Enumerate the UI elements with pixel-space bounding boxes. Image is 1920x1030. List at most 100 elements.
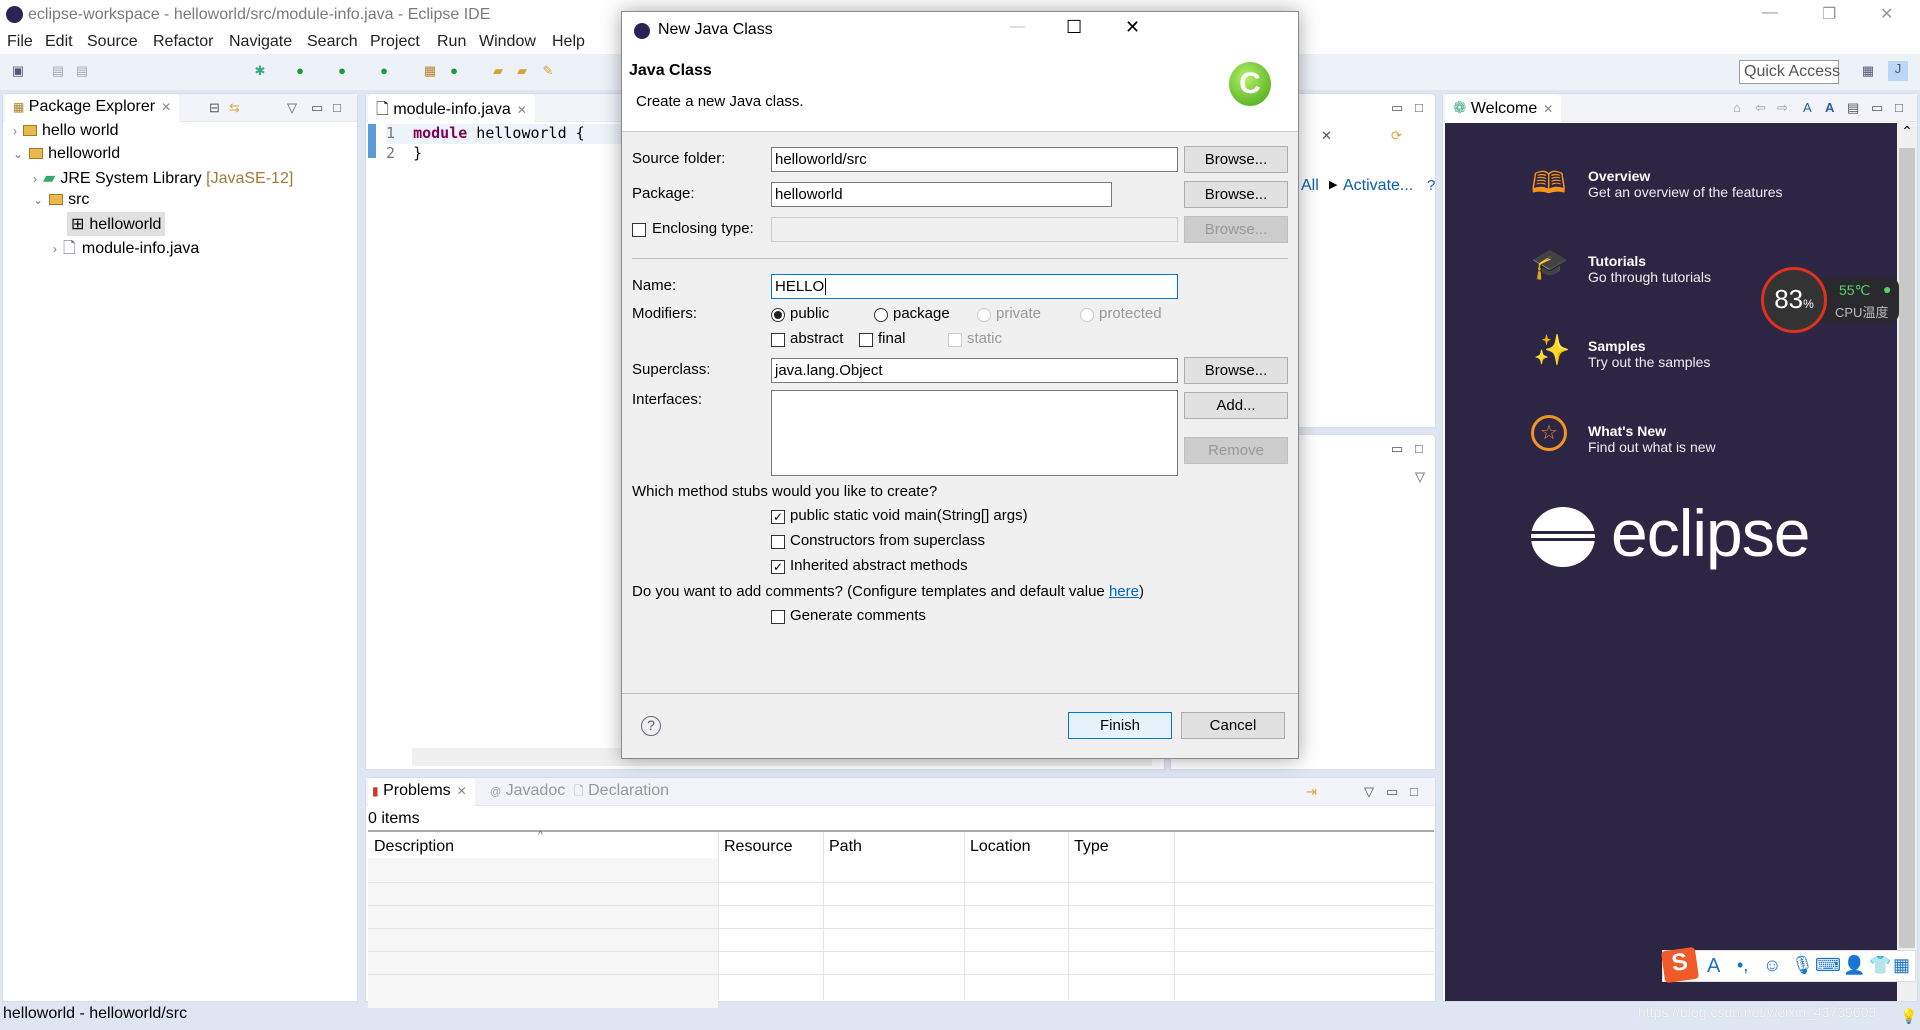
welcome-samples-link[interactable]: Samples Try out the samples [1588, 338, 1710, 371]
configure-templates-link[interactable]: here [1109, 583, 1139, 600]
minimize-icon[interactable]: ▭ [1386, 784, 1398, 800]
tree-item-helloworld[interactable]: ⌄ helloworld [13, 145, 120, 163]
enclosing-type-input[interactable] [771, 217, 1178, 242]
cancel-button[interactable]: Cancel [1181, 712, 1285, 739]
user-icon[interactable]: 👤 [1843, 955, 1865, 976]
home-icon[interactable]: ⌂ [1733, 100, 1741, 115]
close-icon[interactable]: ✕ [457, 784, 467, 798]
help-icon[interactable]: ? [641, 716, 661, 736]
inherited-methods-checkbox[interactable]: ✓ [771, 560, 785, 574]
menu-refactor[interactable]: Refactor [153, 33, 213, 51]
maximize-icon[interactable]: □ [1895, 100, 1903, 115]
tab-welcome[interactable]: ❁ Welcome ✕ [1445, 94, 1562, 122]
close-window-button[interactable]: ✕ [1880, 4, 1893, 24]
scroll-up-icon[interactable]: ⌃ [1897, 123, 1917, 140]
help-icon[interactable]: ? [1427, 177, 1435, 194]
finish-button[interactable]: Finish [1068, 712, 1172, 739]
superclass-input[interactable]: java.lang.Object [771, 358, 1178, 383]
menu-source[interactable]: Source [87, 33, 138, 51]
column-header-location[interactable]: Location [970, 838, 1031, 856]
enclosing-type-browse-button[interactable]: Browse... [1184, 216, 1288, 243]
welcome-whats-new-link[interactable]: What's New Find out what is new [1588, 423, 1716, 456]
keyboard-icon[interactable]: ⌨ [1815, 955, 1841, 976]
main-method-checkbox[interactable]: ✓ [771, 510, 785, 524]
view-menu-icon[interactable]: ▽ [287, 100, 297, 116]
open-perspective-icon[interactable]: ▦ [1860, 63, 1876, 79]
tree-item-jre[interactable]: › ▰ JRE System Library [JavaSE-12] [33, 168, 293, 188]
minimize-icon[interactable]: ▭ [311, 100, 323, 116]
punctuation-icon[interactable]: •, [1737, 955, 1748, 976]
column-header-description[interactable]: Description [374, 838, 454, 856]
hide-fields-icon[interactable]: ✕ [1321, 128, 1332, 144]
source-folder-browse-button[interactable]: Browse... [1184, 146, 1288, 173]
final-checkbox[interactable] [859, 333, 873, 347]
minimize-icon[interactable]: ▭ [1871, 100, 1883, 116]
new-class-icon[interactable]: ● [446, 63, 462, 79]
maximize-icon[interactable]: □ [1410, 784, 1418, 799]
minimize-window-button[interactable]: — [1762, 4, 1778, 22]
tree-item-module-info[interactable]: › 🗋 module-info.java [53, 237, 199, 264]
tab-problems[interactable]: ▮ Problems ✕ [368, 778, 475, 806]
minimize-icon[interactable]: ▭ [1391, 100, 1403, 116]
tab-javadoc[interactable]: @ Javadoc [490, 782, 565, 800]
chevron-down-icon[interactable]: ⌄ [33, 193, 43, 207]
constructors-checkbox[interactable] [771, 535, 785, 549]
focus-icon[interactable]: ⇥ [1306, 784, 1317, 800]
welcome-vertical-scrollbar[interactable]: ⌃ [1897, 123, 1917, 1001]
increase-font-icon[interactable]: A [1825, 100, 1834, 115]
menu-navigate[interactable]: Navigate [229, 33, 292, 51]
modifier-protected-radio[interactable] [1080, 308, 1094, 322]
restore-window-button[interactable]: ❐ [1822, 4, 1836, 24]
external-tools-icon[interactable]: ● [376, 63, 392, 79]
collapse-all-icon[interactable]: ⊟ [209, 100, 220, 116]
save-all-icon[interactable]: ▤ [74, 63, 90, 79]
welcome-overview-link[interactable]: Overview Get an overview of the features [1588, 168, 1783, 201]
interfaces-remove-button[interactable]: Remove [1184, 437, 1288, 464]
cpu-widget[interactable]: 83% 55℃ ● CPU温度 [1761, 267, 1899, 333]
save-icon[interactable]: ▤ [50, 63, 66, 79]
column-header-path[interactable]: Path [829, 838, 862, 856]
link-editor-icon[interactable]: ⇆ [229, 100, 240, 116]
scroll-thumb[interactable] [1899, 148, 1915, 948]
chevron-right-icon[interactable]: › [53, 242, 57, 256]
column-header-resource[interactable]: Resource [724, 838, 792, 856]
emoji-icon[interactable]: ☺ [1763, 955, 1781, 976]
new-icon[interactable]: ▣ [10, 63, 26, 79]
menu-file[interactable]: File [7, 33, 33, 51]
modifier-package-radio[interactable] [874, 308, 888, 322]
decrease-font-icon[interactable]: A [1803, 100, 1812, 115]
minimize-icon[interactable]: ▭ [1391, 441, 1403, 457]
chevron-right-icon[interactable]: › [33, 172, 37, 186]
modifier-private-radio[interactable] [977, 308, 991, 322]
forward-icon[interactable]: ⇨ [1777, 100, 1788, 116]
tree-item-package-helloworld[interactable]: ⊞ helloworld [67, 212, 166, 236]
chevron-down-icon[interactable]: ⌄ [13, 147, 23, 161]
coverage-icon[interactable]: ● [334, 63, 350, 79]
tab-module-info[interactable]: 🗋 module-info.java ✕ [368, 94, 535, 122]
language-icon[interactable]: A [1707, 955, 1720, 978]
enclosing-type-checkbox[interactable] [632, 223, 646, 237]
chevron-right-icon[interactable]: › [13, 124, 17, 138]
menu-window[interactable]: Window [479, 33, 536, 51]
skin-icon[interactable]: 👕 [1869, 955, 1891, 976]
menu-edit[interactable]: Edit [45, 33, 73, 51]
tree-item-hello-world[interactable]: › hello world [13, 122, 118, 140]
modifier-public-radio[interactable] [771, 308, 785, 322]
dialog-minimize-button[interactable]: — [1010, 18, 1025, 35]
all-link[interactable]: All [1301, 177, 1319, 195]
dialog-maximize-button[interactable]: ☐ [1066, 17, 1082, 38]
name-input[interactable]: HELLO [771, 274, 1178, 299]
maximize-icon[interactable]: □ [1415, 441, 1423, 456]
back-icon[interactable]: ⇦ [1755, 100, 1766, 116]
menu-project[interactable]: Project [370, 33, 420, 51]
close-icon[interactable]: ✕ [1543, 102, 1553, 116]
superclass-browse-button[interactable]: Browse... [1184, 357, 1288, 384]
java-perspective-icon[interactable]: J [1888, 61, 1908, 81]
maximize-icon[interactable]: □ [333, 100, 341, 115]
package-input[interactable]: helloworld [771, 182, 1112, 207]
interfaces-list[interactable] [771, 390, 1178, 476]
maximize-icon[interactable]: □ [1415, 100, 1423, 115]
open-type-icon[interactable]: ▰ [490, 63, 506, 79]
lightbulb-icon[interactable]: 💡 [1900, 1008, 1917, 1025]
activate-link[interactable]: Activate... [1343, 177, 1413, 195]
